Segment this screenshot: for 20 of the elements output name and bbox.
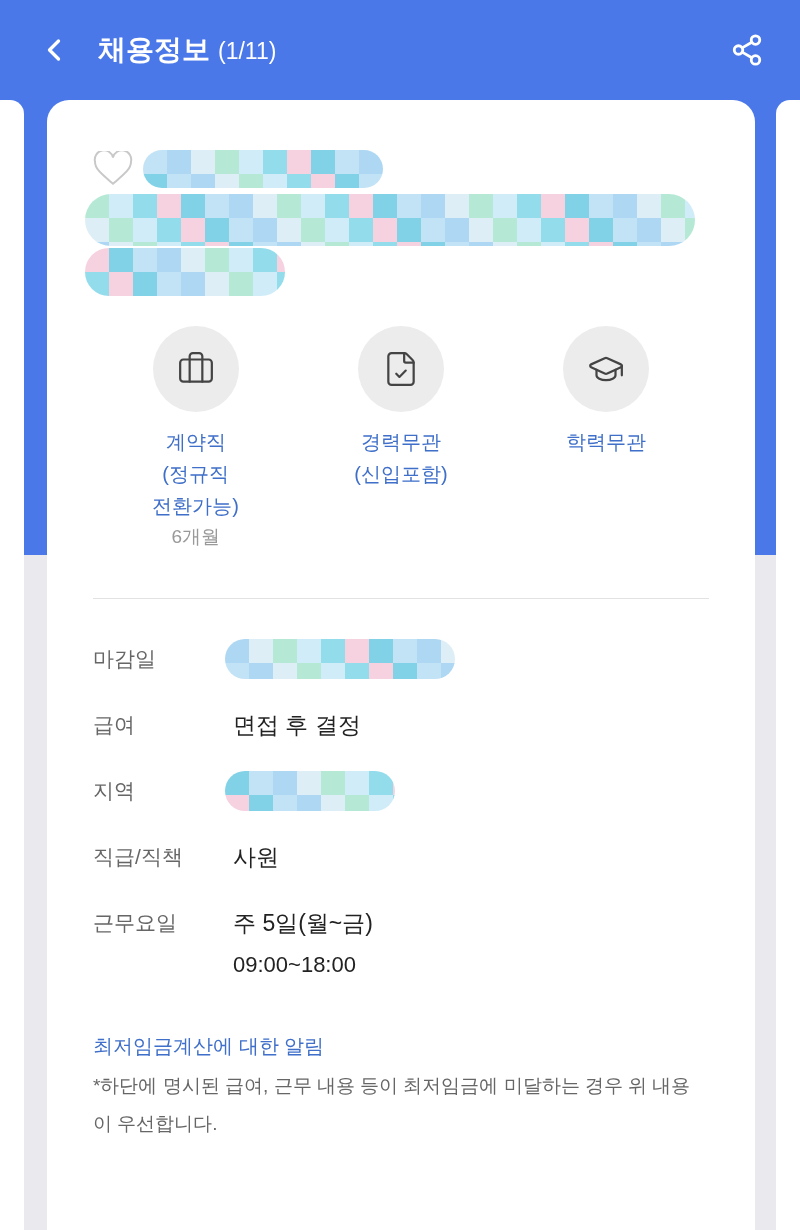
share-button[interactable] xyxy=(730,33,764,67)
page-counter: (1/11) xyxy=(218,37,277,66)
condition-label: 계약직 (정규직 전환가능) xyxy=(152,430,239,519)
detail-label: 마감일 xyxy=(93,646,157,672)
page-title: 채용정보 xyxy=(98,33,210,67)
notice-link[interactable]: 최저임금계산에 대한 알림 xyxy=(93,1031,709,1061)
detail-value: 면접 후 결정 xyxy=(233,711,361,740)
condition-label: 경력무관 (신입포함) xyxy=(354,430,448,487)
share-icon xyxy=(730,33,764,67)
detail-label: 지역 xyxy=(93,778,136,804)
detail-label: 직급/직책 xyxy=(93,844,184,870)
condition-note: 6개월 xyxy=(171,525,220,549)
notice-text: *하단에 명시된 급여, 근무 내용 등이 최저임금에 미달하는 경우 위 내용이 우선합니다. xyxy=(93,1074,692,1136)
detail-value: 09:00~18:00 xyxy=(233,951,357,979)
condition-label: 학력무관 xyxy=(566,430,647,455)
detail-label: 근무요일 xyxy=(93,910,178,936)
detail-value: 사원 xyxy=(233,843,279,872)
detail-label: 급여 xyxy=(93,712,136,738)
heart-icon[interactable] xyxy=(93,151,133,187)
detail-value: 주 5일(월~금) xyxy=(233,909,373,938)
